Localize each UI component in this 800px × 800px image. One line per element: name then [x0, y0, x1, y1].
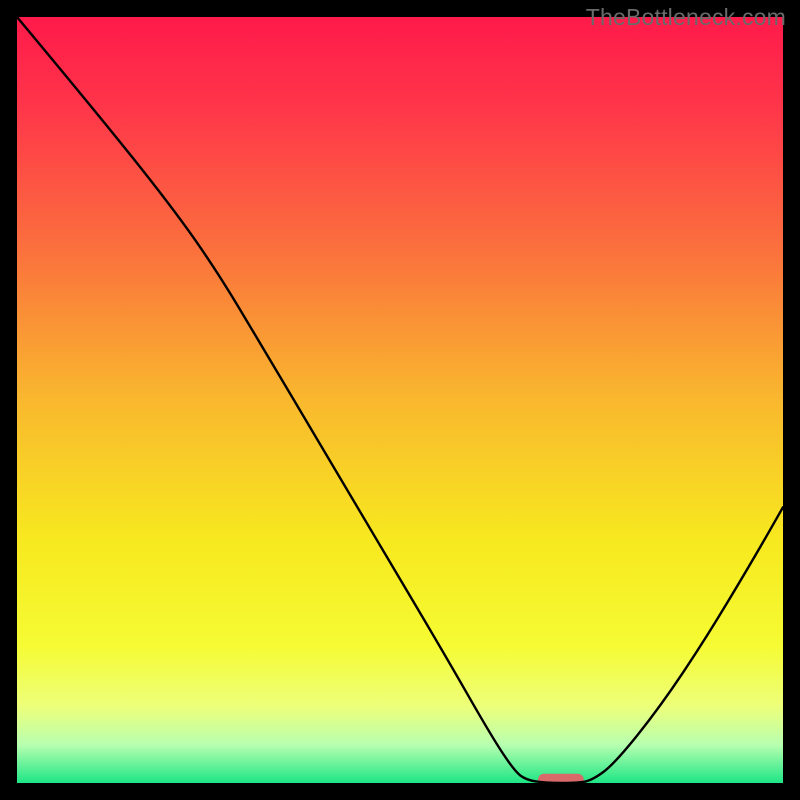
chart-background [17, 17, 783, 783]
bottleneck-chart [17, 17, 783, 783]
chart-svg [17, 17, 783, 783]
watermark-label: TheBottleneck.com [586, 4, 786, 31]
